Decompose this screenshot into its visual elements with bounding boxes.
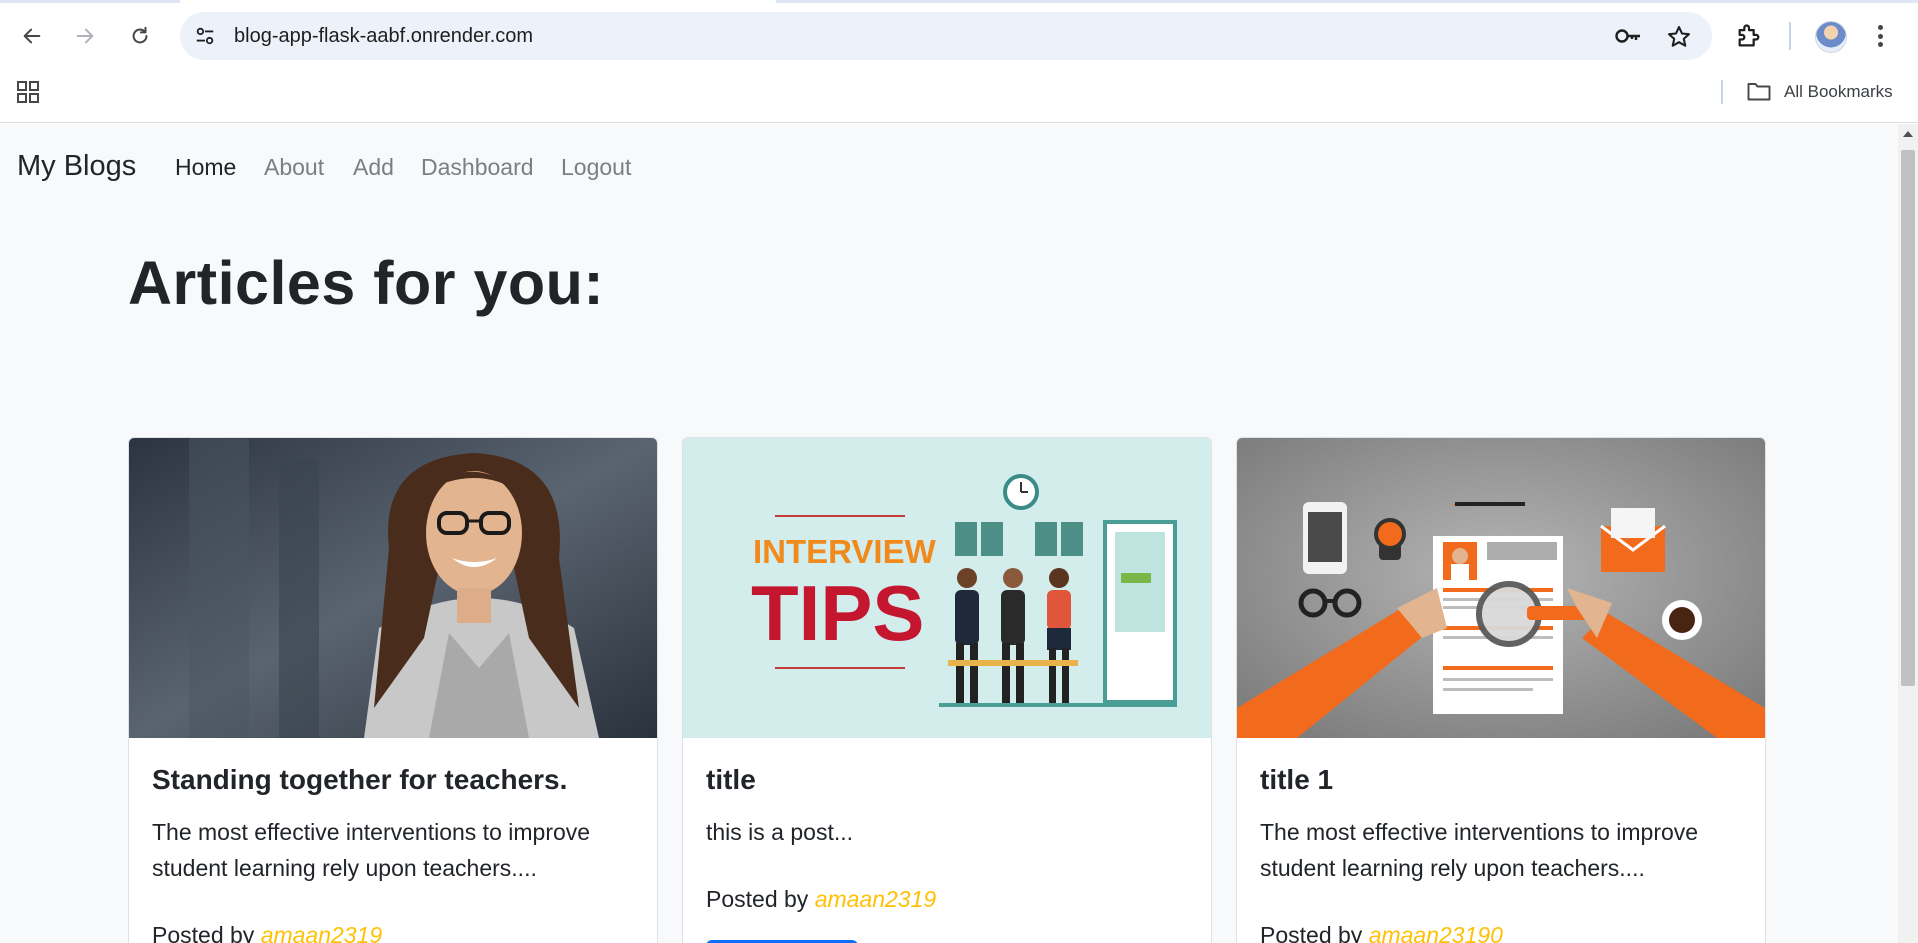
reload-button[interactable] xyxy=(122,18,158,54)
card-image-interview-tips: INTERVIEW TIPS xyxy=(683,438,1211,738)
scrollbar-thumb[interactable] xyxy=(1901,150,1915,686)
browser-chrome: blog-app-flask-aabf.onrender.com All Boo… xyxy=(0,0,1918,123)
card-excerpt: The most effective interventions to impr… xyxy=(152,819,591,881)
brand-link[interactable]: My Blogs xyxy=(17,150,136,183)
all-bookmarks-button[interactable]: All Bookmarks xyxy=(1784,82,1893,102)
article-card[interactable]: CV title 1 The most effective interventi… xyxy=(1236,437,1766,943)
card-title[interactable]: Standing together for teachers. xyxy=(152,764,567,796)
posted-by-label: Posted by xyxy=(152,922,255,943)
password-key-icon[interactable] xyxy=(1614,24,1642,48)
author-link[interactable]: amaan23190 xyxy=(1369,922,1503,943)
nav-dashboard-link[interactable]: Dashboard xyxy=(421,154,534,181)
toolbar-divider xyxy=(1789,22,1791,50)
card-byline: Posted by amaan23190 xyxy=(1260,922,1503,943)
article-card[interactable]: Standing together for teachers. The most… xyxy=(128,437,658,943)
image-text-tips: TIPS xyxy=(751,569,924,657)
card-title[interactable]: title xyxy=(706,764,756,796)
scroll-up-arrow-icon[interactable] xyxy=(1903,131,1913,137)
folder-icon xyxy=(1747,83,1771,101)
forward-button[interactable] xyxy=(67,18,103,54)
article-card[interactable]: INTERVIEW TIPS title this is a post... P… xyxy=(682,437,1212,943)
nav-about-link[interactable]: About xyxy=(264,154,324,181)
image-text-interview: INTERVIEW xyxy=(753,533,937,570)
site-navbar: My Blogs Home About Add Dashboard Logout xyxy=(0,124,1898,210)
author-link[interactable]: amaan2319 xyxy=(261,922,383,943)
nav-logout-link[interactable]: Logout xyxy=(561,154,631,181)
card-image-cv-review: CV xyxy=(1237,438,1765,738)
bookmarks-divider xyxy=(1721,80,1723,104)
card-byline: Posted by amaan2319 xyxy=(152,922,382,943)
back-icon xyxy=(23,28,41,44)
posted-by-label: Posted by xyxy=(1260,922,1363,943)
posted-by-label: Posted by xyxy=(706,886,809,912)
forward-icon xyxy=(76,28,94,44)
reload-icon xyxy=(132,26,148,44)
card-title[interactable]: title 1 xyxy=(1260,764,1333,796)
menu-icon[interactable] xyxy=(1874,22,1886,50)
card-excerpt: The most effective interventions to impr… xyxy=(1260,819,1699,881)
bookmark-star-icon[interactable] xyxy=(1666,24,1692,50)
page-viewport: My Blogs Home About Add Dashboard Logout… xyxy=(0,124,1898,943)
profile-avatar[interactable] xyxy=(1815,21,1847,53)
back-button[interactable] xyxy=(14,18,50,54)
apps-grid-icon[interactable] xyxy=(17,81,39,103)
site-settings-icon[interactable] xyxy=(194,25,216,47)
page-scrollbar[interactable] xyxy=(1898,124,1918,943)
author-link[interactable]: amaan2319 xyxy=(815,886,937,912)
nav-add-link[interactable]: Add xyxy=(353,154,394,181)
url-text[interactable]: blog-app-flask-aabf.onrender.com xyxy=(234,25,533,48)
extensions-icon[interactable] xyxy=(1735,22,1763,50)
tab-strip-edge xyxy=(0,0,1918,3)
card-image-portrait xyxy=(129,438,657,738)
page-title: Articles for you: xyxy=(128,249,605,317)
card-excerpt: this is a post... xyxy=(706,819,854,845)
address-bar[interactable]: blog-app-flask-aabf.onrender.com xyxy=(180,12,1712,60)
card-byline: Posted by amaan2319 xyxy=(706,886,936,913)
nav-home-link[interactable]: Home xyxy=(175,154,236,181)
